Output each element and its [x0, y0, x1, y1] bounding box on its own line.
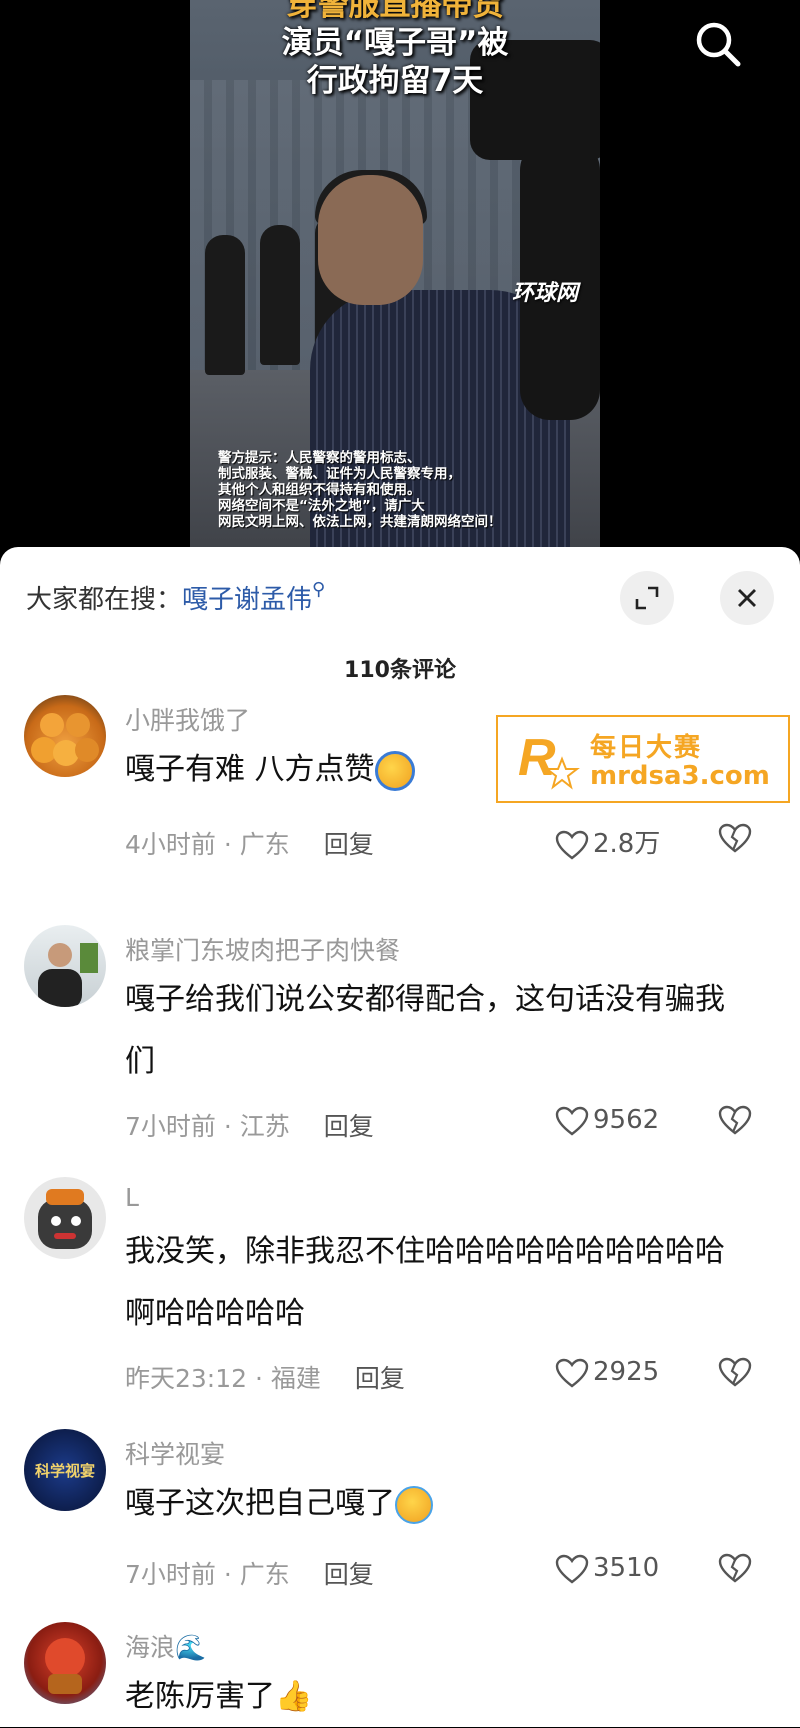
comment-item: L 我没笑，除非我忍不住哈哈哈哈哈哈哈哈哈哈啊哈哈哈哈哈 昨天23:12 · 福…: [0, 1177, 800, 1407]
username[interactable]: 小胖我饿了: [125, 701, 250, 737]
heart-icon: [555, 830, 589, 860]
like-button[interactable]: 3510: [555, 1553, 659, 1584]
reply-button[interactable]: 回复: [355, 1364, 405, 1393]
username[interactable]: L: [125, 1183, 139, 1212]
comment-count: 110条评论: [344, 658, 456, 683]
comment-meta: 昨天23:12 · 福建 回复: [125, 1364, 405, 1393]
cats-avatar-image: [31, 713, 99, 766]
heart-icon: [555, 1106, 589, 1136]
avatar[interactable]: [24, 695, 106, 777]
source-watermark: 环球网: [512, 281, 579, 306]
cartoon-avatar-image: [38, 1189, 92, 1249]
broken-heart-icon: [718, 823, 752, 853]
comment-item: 小胖我饿了 嘎子有难 八方点赞 4小时前 · 广东 回复 2.8万: [0, 695, 800, 875]
like-count: 9562: [593, 1105, 660, 1135]
dislike-button[interactable]: [718, 1357, 752, 1391]
like-button[interactable]: 9562: [555, 1105, 659, 1136]
heart-icon: [555, 1554, 589, 1584]
flower-basket-avatar-image: [45, 1638, 85, 1694]
emoji-icon: [374, 750, 415, 791]
trending-prefix: 大家都在搜：: [26, 585, 183, 615]
username[interactable]: 粮掌门东坡肉把子肉快餐: [125, 931, 400, 967]
video-headline: 穿警服直播带货 演员“嘎子哥”被 行政拘留7天: [281, 0, 509, 99]
username[interactable]: 海浪🌊: [125, 1628, 206, 1664]
thumbs-up-icon: 👍: [275, 1679, 313, 1714]
close-button[interactable]: [720, 571, 774, 625]
video-player[interactable]: 穿警服直播带货 演员“嘎子哥”被 行政拘留7天 环球网 警方提示：人民警察的警用…: [0, 0, 800, 555]
avatar[interactable]: [24, 925, 106, 1007]
comment-meta: 4小时前 · 广东 回复: [125, 830, 374, 859]
comment-text: 嘎子给我们说公安都得配合，这句话没有骗我们: [125, 982, 725, 1079]
heart-icon: [555, 1358, 589, 1388]
comment-meta: 7小时前 · 江苏 回复: [125, 1112, 374, 1141]
expand-icon: [635, 586, 659, 610]
broken-heart-icon: [718, 1357, 752, 1387]
comment-sheet: 大家都在搜：嘎子谢孟伟⚲ 110条评论 R 每日大赛 mrdsa3.com 小胖…: [0, 547, 800, 1727]
avatar[interactable]: [24, 1177, 106, 1259]
like-button[interactable]: 2925: [555, 1357, 659, 1388]
dislike-button[interactable]: [718, 823, 752, 857]
reply-button[interactable]: 回复: [324, 1112, 374, 1141]
avatar[interactable]: 科学视宴: [24, 1429, 106, 1511]
reply-button[interactable]: 回复: [324, 1560, 374, 1589]
actor-head: [318, 175, 423, 305]
dislike-button[interactable]: [718, 1105, 752, 1139]
comment-item: 粮掌门东坡肉把子肉快餐 嘎子给我们说公安都得配合，这句话没有骗我们 7小时前 ·…: [0, 925, 800, 1155]
comment-text: 嘎子有难 八方点赞: [125, 739, 745, 801]
avatar-text: 科学视宴: [34, 1461, 95, 1480]
expand-button[interactable]: [620, 571, 674, 625]
comment-item: 海浪🌊 老陈厉害了👍: [0, 1622, 800, 1727]
search-small-icon: ⚲: [312, 579, 326, 600]
search-icon: [696, 22, 741, 67]
comment-text: 我没笑，除非我忍不住哈哈哈哈哈哈哈哈哈哈啊哈哈哈哈哈: [125, 1234, 725, 1331]
broken-heart-icon: [718, 1553, 752, 1583]
dislike-button[interactable]: [718, 1553, 752, 1587]
reply-button[interactable]: 回复: [324, 830, 374, 859]
emoji-icon: [395, 1485, 433, 1524]
police-notice: 警方提示：人民警察的警用标志、 制式服装、警械、证件为人民警察专用， 其他个人和…: [218, 450, 502, 530]
like-count: 2925: [593, 1357, 660, 1387]
avatar[interactable]: [24, 1622, 106, 1704]
comment-meta: 7小时前 · 广东 回复: [125, 1560, 374, 1589]
like-count: 3510: [593, 1553, 660, 1583]
close-icon: [738, 589, 756, 607]
background-person: [205, 235, 245, 375]
broken-heart-icon: [718, 1105, 752, 1135]
search-button[interactable]: [690, 16, 746, 72]
username[interactable]: 科学视宴: [125, 1435, 225, 1471]
comment-text: 嘎子这次把自己嘎了: [125, 1473, 745, 1535]
trending-search[interactable]: 大家都在搜：嘎子谢孟伟⚲: [26, 579, 325, 616]
trending-term-link[interactable]: 嘎子谢孟伟: [182, 585, 312, 615]
man-avatar-image: [38, 943, 98, 1007]
comment-item: 科学视宴 科学视宴 嘎子这次把自己嘎了 7小时前 · 广东 回复 3510: [0, 1429, 800, 1599]
like-button[interactable]: 2.8万: [555, 823, 660, 860]
background-person: [260, 225, 300, 365]
comment-text: 老陈厉害了👍: [125, 1679, 313, 1714]
like-count: 2.8万: [593, 829, 661, 859]
